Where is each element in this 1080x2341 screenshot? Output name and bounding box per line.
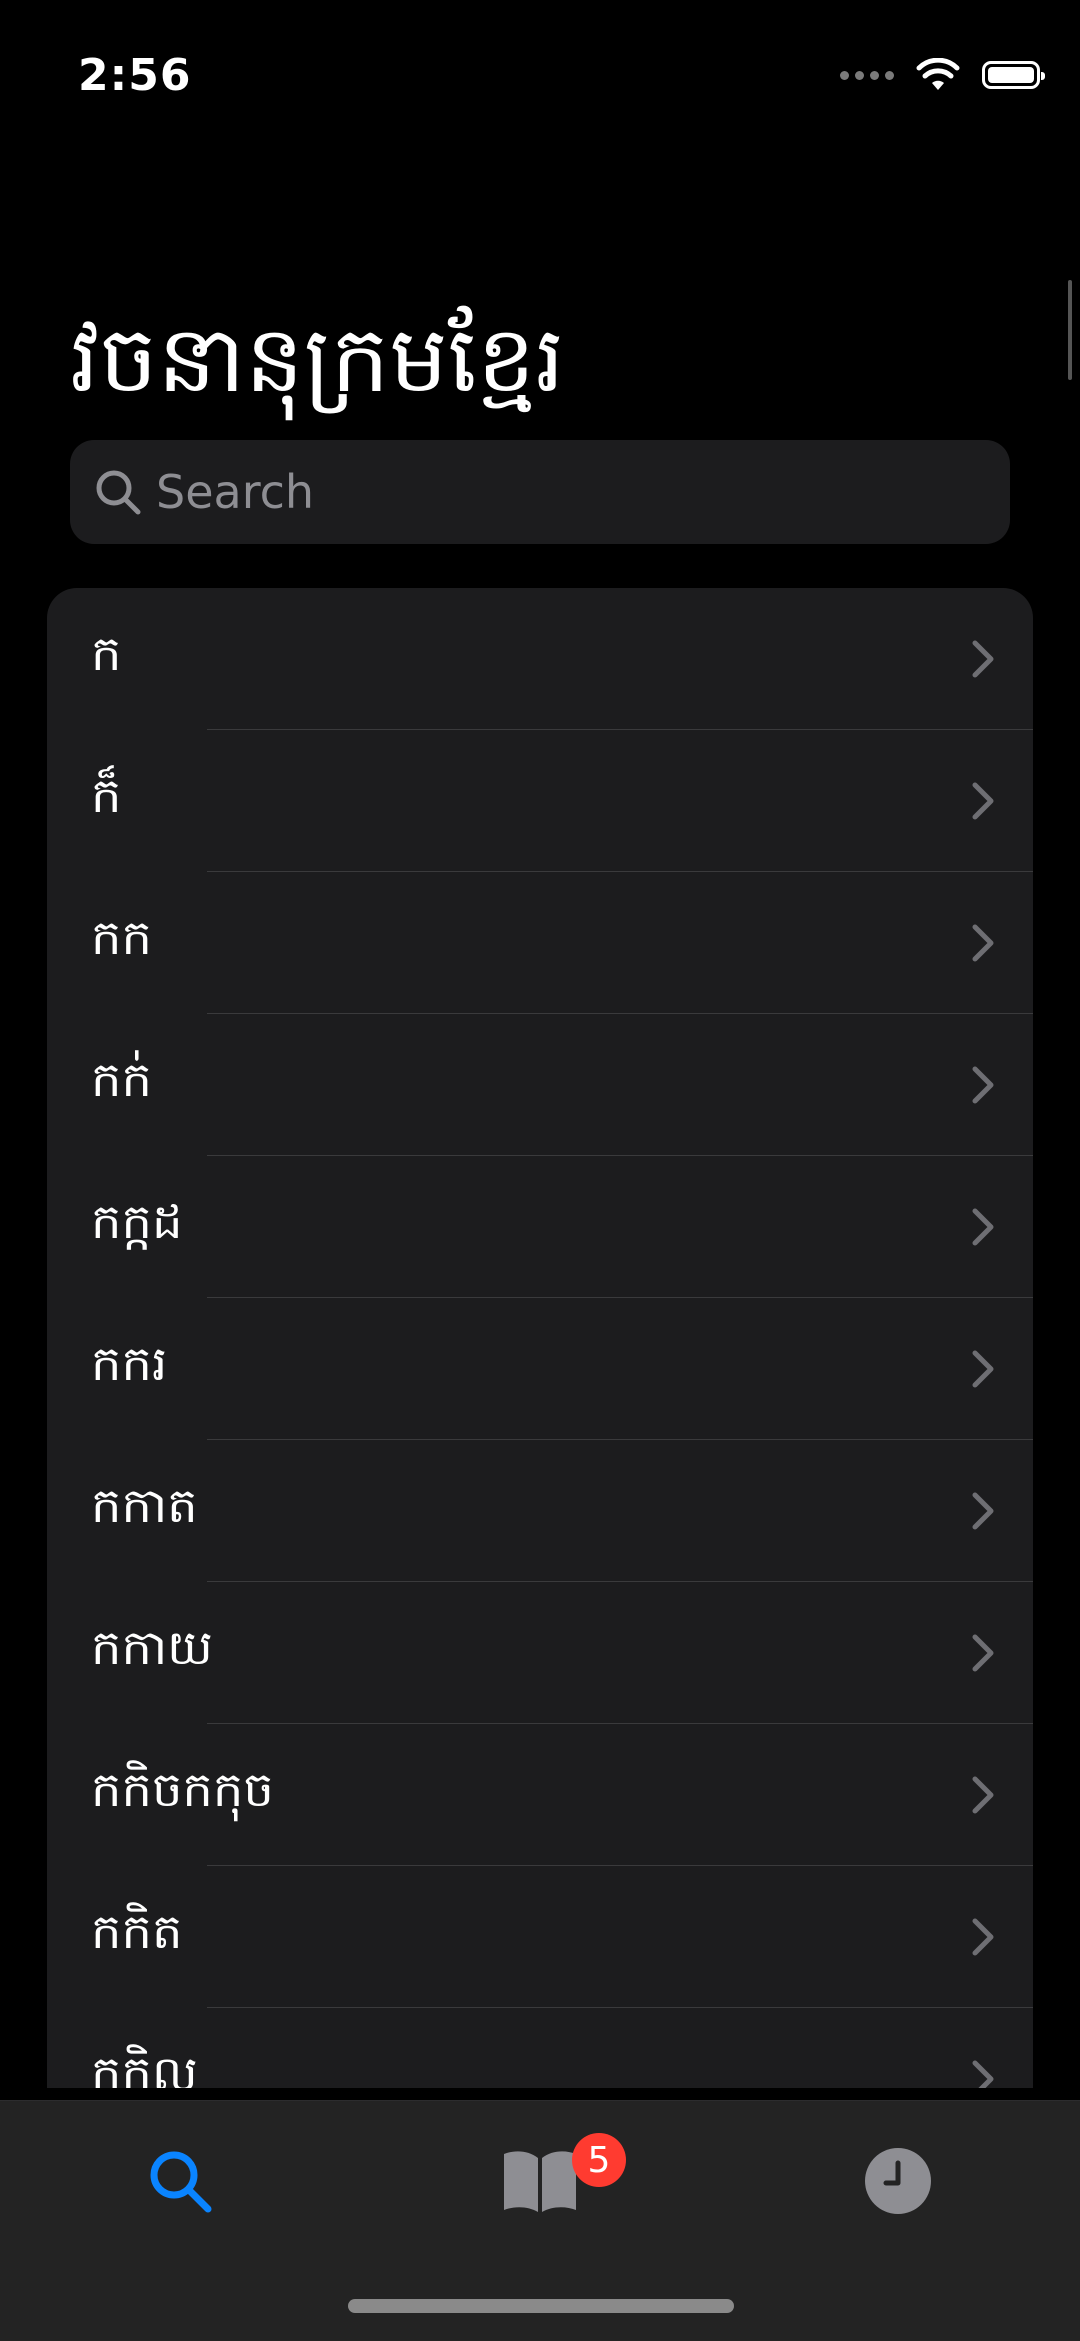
list-item-label: កកាត xyxy=(91,1478,198,1534)
search-input[interactable] xyxy=(154,439,1010,545)
scroll-indicator[interactable] xyxy=(1068,280,1072,380)
tab-bookmarks[interactable]: 5 xyxy=(480,2121,626,2241)
chevron-right-icon xyxy=(972,782,994,820)
list-item[interactable]: កក xyxy=(47,872,1033,1014)
battery-icon xyxy=(982,61,1045,89)
list-item-label: ក៏ xyxy=(91,768,122,824)
chevron-right-icon xyxy=(972,2060,994,2088)
list-item-label: ក xyxy=(91,626,122,682)
chevron-right-icon xyxy=(972,1208,994,1246)
cellular-signal-icon xyxy=(840,70,894,80)
list-item-label: កក់ xyxy=(91,1052,152,1108)
wifi-icon xyxy=(916,58,960,90)
notification-badge: 5 xyxy=(572,2133,626,2187)
list-item[interactable]: កកិត xyxy=(47,1866,1033,2008)
list-item[interactable]: កកាត xyxy=(47,1440,1033,1582)
list-item-label: កក្កដ xyxy=(91,1194,183,1250)
chevron-right-icon xyxy=(972,1634,994,1672)
status-icons xyxy=(840,58,1045,92)
list-item-label: កកិល xyxy=(91,2046,198,2088)
list-item[interactable]: កករ xyxy=(47,1298,1033,1440)
list-item[interactable]: កក្កដ xyxy=(47,1156,1033,1298)
list-item-label: កក xyxy=(91,910,152,966)
clock-icon xyxy=(865,2148,931,2214)
search-icon xyxy=(150,2151,212,2213)
list-item[interactable]: កកិល xyxy=(47,2008,1033,2088)
list-item[interactable]: កកាយ xyxy=(47,1582,1033,1724)
book-icon xyxy=(504,2151,576,2212)
chevron-right-icon xyxy=(972,1350,994,1388)
list-item[interactable]: កក់ xyxy=(47,1014,1033,1156)
chevron-right-icon xyxy=(972,1492,994,1530)
chevron-right-icon xyxy=(972,1066,994,1104)
status-bar: 2:56 xyxy=(0,0,1080,150)
home-indicator xyxy=(348,2299,734,2313)
search-bar[interactable] xyxy=(70,439,1010,545)
chevron-right-icon xyxy=(972,924,994,962)
tab-search[interactable] xyxy=(120,2121,240,2241)
tab-bar: 5 xyxy=(0,2100,1080,2341)
list-item-label: កកិចកកុច xyxy=(91,1762,274,1818)
page-title: វចនានុក្រមខ្មែរ xyxy=(70,306,565,413)
list-item[interactable]: កកិចកកុច xyxy=(47,1724,1033,1866)
word-list: ក ក៏ កក កក់ កក្កដ កករ កកាត កកាយ កកិចកកុច xyxy=(47,588,1033,2088)
list-item-label: កកិត xyxy=(91,1904,183,1960)
list-item-label: កករ xyxy=(91,1336,168,1392)
list-item[interactable]: ក៏ xyxy=(47,730,1033,872)
status-time: 2:56 xyxy=(78,50,192,101)
chevron-right-icon xyxy=(972,1776,994,1814)
chevron-right-icon xyxy=(972,1918,994,1956)
list-item[interactable]: ក xyxy=(47,588,1033,730)
search-icon xyxy=(96,470,141,515)
tab-history[interactable] xyxy=(838,2121,958,2241)
chevron-right-icon xyxy=(972,640,994,678)
list-item-label: កកាយ xyxy=(91,1620,213,1676)
